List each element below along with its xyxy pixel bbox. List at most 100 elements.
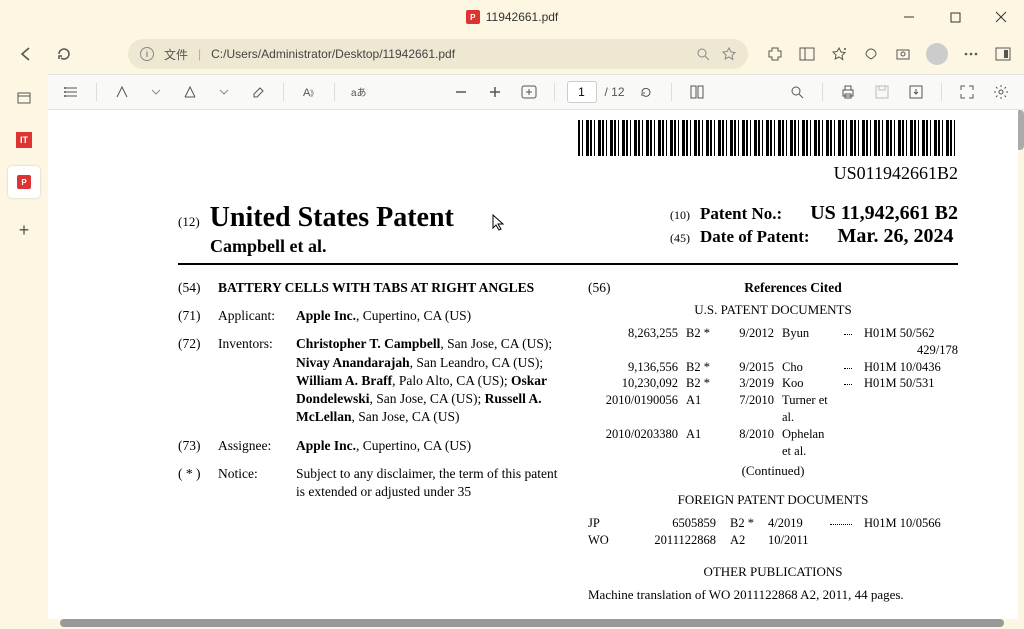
back-button[interactable] <box>12 40 40 68</box>
maximize-button[interactable] <box>932 0 978 34</box>
sidebar-item-pdf[interactable]: P <box>8 166 40 198</box>
save-as-button[interactable] <box>903 79 929 105</box>
patent-date: Mar. 26, 2024 <box>838 225 954 248</box>
print-button[interactable] <box>835 79 861 105</box>
field-73-num: (73) <box>178 437 208 455</box>
code-10: (10) <box>670 208 690 223</box>
chevron-down-icon[interactable] <box>143 79 169 105</box>
split-screen-icon[interactable] <box>994 45 1012 63</box>
collections-icon[interactable] <box>862 45 880 63</box>
field-71-label: Applicant: <box>218 307 286 325</box>
foreign-docs-table: JP6505859B2 *4/2019H01M 10/0566 WO201112… <box>588 515 958 549</box>
field-54-num: (54) <box>178 279 208 297</box>
search-button[interactable] <box>784 79 810 105</box>
minimize-button[interactable] <box>886 0 932 34</box>
rotate-icon[interactable] <box>633 79 659 105</box>
svg-text:aあ: aあ <box>351 87 367 99</box>
field-73-value: Apple Inc., Cupertino, CA (US) <box>296 437 558 455</box>
pdf-file-icon: P <box>17 175 31 189</box>
minimize-icon <box>903 11 915 23</box>
highlight-icon[interactable] <box>177 79 203 105</box>
profile-avatar[interactable] <box>926 43 948 65</box>
field-71-num: (71) <box>178 307 208 325</box>
toolbar-separator <box>96 83 97 101</box>
arrow-left-icon <box>17 45 35 63</box>
barcode-text: US011942661B2 <box>178 163 958 184</box>
patent-header: (12) United States Patent Campbell et al… <box>178 202 958 265</box>
references-cited: References Cited <box>628 279 958 297</box>
continued-label: (Continued) <box>588 462 958 480</box>
erase-icon[interactable] <box>245 79 271 105</box>
patent-authors: Campbell et al. <box>210 236 454 257</box>
field-72-num: (72) <box>178 335 208 426</box>
favorites-icon[interactable] <box>830 45 848 63</box>
field-73-label: Assignee: <box>218 437 286 455</box>
toolbar-separator <box>671 83 672 101</box>
screenshot-icon[interactable] <box>894 45 912 63</box>
info-icon: i <box>140 47 154 61</box>
translate-icon[interactable]: aあ <box>347 79 373 105</box>
zoom-icon[interactable] <box>696 47 710 61</box>
pdf-icon: P <box>466 10 480 24</box>
browser-right-icons <box>766 43 1012 65</box>
patent-no: US 11,942,661 B2 <box>810 202 958 225</box>
other-pubs-text: Machine translation of WO 2011122868 A2,… <box>588 586 958 604</box>
fit-page-icon[interactable] <box>516 79 542 105</box>
other-pubs-head: OTHER PUBLICATIONS <box>588 563 958 581</box>
page-view-icon[interactable] <box>684 79 710 105</box>
it-icon: IT <box>16 132 32 148</box>
reload-button[interactable] <box>50 40 78 68</box>
sidebar-item-tabs[interactable] <box>8 82 40 114</box>
us-patent-docs-head: U.S. PATENT DOCUMENTS <box>588 301 958 319</box>
maximize-icon <box>950 12 961 23</box>
notice-num: ( * ) <box>178 465 208 501</box>
url-separator: | <box>198 47 201 61</box>
toolbar-separator <box>334 83 335 101</box>
contents-icon[interactable] <box>58 79 84 105</box>
date-label: Date of Patent: <box>700 227 810 247</box>
chevron-down-icon[interactable] <box>211 79 237 105</box>
star-icon[interactable] <box>722 47 736 61</box>
barcode <box>578 120 958 156</box>
horizontal-scrollbar[interactable] <box>60 619 1004 627</box>
settings-button[interactable] <box>988 79 1014 105</box>
foreign-docs-head: FOREIGN PATENT DOCUMENTS <box>588 491 958 509</box>
field-72-value: Christopher T. Campbell, San Jose, CA (U… <box>296 335 558 426</box>
sidebar-add-button[interactable]: + <box>8 214 40 246</box>
sidebar-toggle-icon[interactable] <box>798 45 816 63</box>
code-12: (12) <box>178 214 200 230</box>
url-box[interactable]: i 文件 | C:/Users/Administrator/Desktop/11… <box>128 39 748 69</box>
text-icon[interactable]: A》 <box>296 79 322 105</box>
field-54-title: BATTERY CELLS WITH TABS AT RIGHT ANGLES <box>218 279 558 297</box>
page-total: / 12 <box>605 85 625 99</box>
fullscreen-button[interactable] <box>954 79 980 105</box>
toolbar-separator <box>554 83 555 101</box>
patent-page: US011942661B2 (12) United States Patent … <box>48 110 1018 604</box>
field-72-label: Inventors: <box>218 335 286 426</box>
more-icon[interactable] <box>962 45 980 63</box>
zoom-out-button[interactable] <box>448 79 474 105</box>
window-controls <box>886 0 1024 34</box>
sidebar-item-it[interactable]: IT <box>8 124 40 156</box>
file-label: 文件 <box>164 46 188 63</box>
left-sidebar: IT P + <box>0 74 48 629</box>
document-viewport[interactable]: US011942661B2 (12) United States Patent … <box>48 110 1018 619</box>
toolbar-separator <box>941 83 942 101</box>
code-45: (45) <box>670 231 690 246</box>
notice-text: Subject to any disclaimer, the term of t… <box>296 465 558 501</box>
toolbar-separator <box>822 83 823 101</box>
field-56-num: (56) <box>588 279 618 297</box>
close-button[interactable] <box>978 0 1024 34</box>
pdf-toolbar: A》 aあ / 12 <box>48 74 1024 110</box>
draw-icon[interactable] <box>109 79 135 105</box>
close-icon <box>995 11 1007 23</box>
save-button[interactable] <box>869 79 895 105</box>
patent-body: (54) BATTERY CELLS WITH TABS AT RIGHT AN… <box>178 279 958 604</box>
window-titlebar: P 11942661.pdf <box>0 0 1024 34</box>
toolbar-separator <box>283 83 284 101</box>
zoom-in-button[interactable] <box>482 79 508 105</box>
extensions-icon[interactable] <box>766 45 784 63</box>
page-number-input[interactable] <box>567 81 597 103</box>
window-title-text: 11942661.pdf <box>486 10 559 24</box>
patent-no-label: Patent No.: <box>700 204 782 224</box>
